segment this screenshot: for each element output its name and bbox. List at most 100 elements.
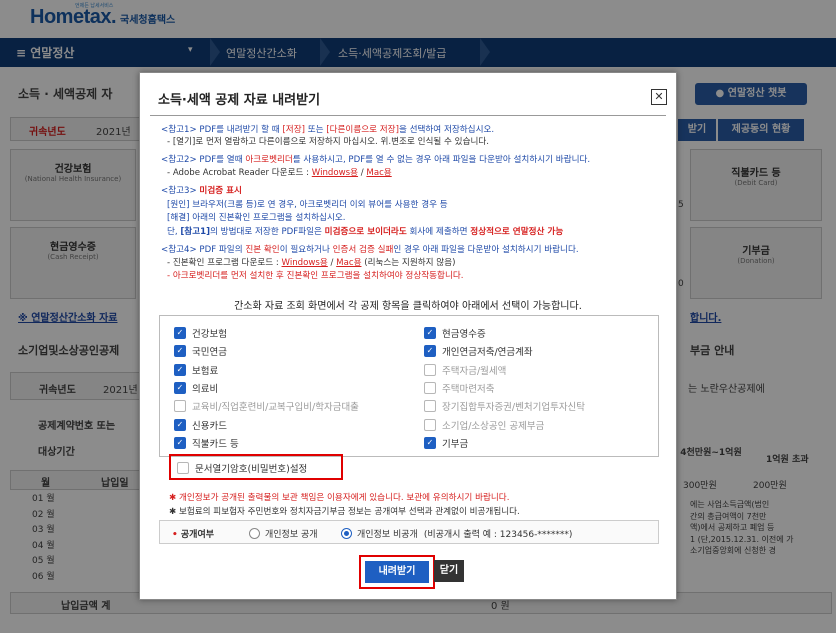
close-button[interactable]: 닫기 [434,560,464,582]
note-1-tail: 을 선택하여 저장하십시오. [398,125,495,135]
checkmark-icon: ✓ [174,327,186,339]
acrobat-mac-link[interactable]: Mac용 [366,168,391,178]
note-4-line2: - 진본확인 프로그램 다운로드 : Windows용 / Mac용 (리눅스는… [167,258,455,269]
radio-public[interactable]: 개인정보 공개 [249,527,318,540]
radio-private-label: 개인정보 비공개 [357,530,418,540]
deduction-checkbox[interactable]: ✓ 신용카드 [174,418,227,432]
deduction-checkbox[interactable]: ✓ 현금영수증 [424,326,486,340]
deduction-checkbox: 교육비/직업훈련비/교복구입비/학자금대출 [174,399,359,413]
deduction-checkbox-label: 의료비 [192,383,219,395]
note-4-cert-fail: 인증서 검증 실패 [332,245,394,255]
radio-private[interactable]: 개인정보 비공개 (비공개시 출력 예 : 123456-*******) [341,527,572,540]
deduction-checkbox-label: 국민연금 [192,347,227,359]
disclosure-label: • 공개여부 [172,530,215,540]
deduction-checkbox: 장기집합투자증권/벤처기업투자신탁 [424,399,585,413]
deduction-checkbox[interactable]: ✓ 개인연금저축/연금계좌 [424,344,533,358]
password-option-box: 문서열기암호(비밀번호)설정 [169,454,343,480]
deduction-checkbox: 주택자금/월세액 [424,363,506,377]
password-checkbox[interactable]: 문서열기암호(비밀번호)설정 [177,461,307,475]
note-3-solution: [해결] 아래의 진본확인 프로그램을 설치하십시오. [167,213,346,223]
checkbox-unchecked-icon [424,400,436,413]
download-button[interactable]: 내려받기 [365,561,429,583]
note-4-download-label: - 진본확인 프로그램 다운로드 : [167,258,282,268]
deduction-checkbox-panel: ✓ 건강보험 ✓ 국민연금 ✓ 보험료 ✓ 의료비교육비/직업훈련비/교복구입비/학자금대출 ✓… [159,315,659,457]
deduction-checkbox[interactable]: ✓ 보험료 [174,363,218,377]
note-3-text: <참고3> [161,186,200,196]
checkbox-unchecked-icon [174,400,186,413]
note-3-l4e: 회사에 제출하면 [406,227,471,237]
verify-mac-link[interactable]: Mac용 [336,258,361,268]
checkmark-icon: ✓ [424,345,436,358]
deduction-checkbox-label: 장기집합투자증권/벤처기업투자신탁 [442,402,586,414]
warning-1-text: 개인정보가 공개된 출력물의 보관 책임은 이용자에게 있습니다. 보관에 유의… [178,493,510,503]
note-3-cause: [원인] 브라우저(크롬 등)로 연 경우, 아크로벳리더 이외 뷰어를 사용한… [167,200,448,210]
acrobat-windows-link[interactable]: Windows용 [312,168,358,178]
note-2-acrobat: 아크로벳리더 [245,155,293,165]
verify-windows-link[interactable]: Windows용 [282,258,328,268]
download-button-highlight: 내려받기 [359,555,435,589]
warning-2-text: 보험료의 피보험자 주민번호와 정치자금기부금 정보는 공개여부 선택과 관계없… [178,507,520,517]
disclosure-label-text: 공개여부 [180,530,215,540]
deduction-checkbox[interactable]: ✓ 국민연금 [174,344,227,358]
note-1-text: <참고1> PDF를 내려받기 할 때 [161,125,283,135]
checkbox-unchecked-icon [424,363,436,376]
download-modal: 소득·세액 공제 자료 내려받기 ✕ <참고1> PDF를 내려받기 할 때 [… [139,72,677,600]
deduction-checkbox-label: 보험료 [192,365,219,377]
checkbox-unchecked-icon [177,462,189,474]
note-2-text: <참고2> PDF를 열때 [161,155,246,165]
deduction-checkbox-label: 개인연금저축/연금계좌 [442,347,533,359]
modal-divider [150,115,666,116]
modal-title: 소득·세액 공제 자료 내려받기 [158,93,321,108]
radio-private-hint: (비공개시 출력 예 : 123456-*******) [423,530,573,540]
note-4-authentic: 진본 확인 [245,245,280,255]
deduction-checkbox[interactable]: ✓ 의료비 [174,381,218,395]
note-3-l4b: [참고1] [180,227,211,237]
checkmark-icon: ✓ [424,436,436,449]
note-2: <참고2> PDF를 열때 아크로벳리더를 사용하시고, PDF를 열 수 없는… [161,155,590,166]
note-1: <참고1> PDF를 내려받기 할 때 [저장] 또는 [다른이름으로 저장]을… [161,125,494,136]
note-4-linux: (리눅스는 지원하지 않음) [361,258,456,268]
deduction-checkbox-label: 교육비/직업훈련비/교복구입비/학자금대출 [192,402,359,414]
note-3-l4f: 정상적으로 연말정산 가능 [470,227,564,237]
warning-2: ✱ 보험료의 피보험자 주민번호와 정치자금기부금 정보는 공개여부 선택과 관… [169,505,520,517]
deduction-checkbox-label: 직불카드 등 [192,438,239,450]
deduction-checkbox: 주택마련저축 [424,381,494,395]
deduction-checkbox-label: 현금영수증 [442,329,486,340]
note-1-line2: - [열기]로 먼저 열람하고 다른이름으로 저장하지 마십시오. 위.변조로 … [167,137,490,147]
note-4-c: 이 필요하거나 [279,245,333,255]
checkmark-icon: ✓ [174,418,186,431]
checkmark-icon: ✓ [174,381,186,394]
note-2-line2: - Adobe Acrobat Reader 다운로드 : Windows용 /… [167,168,392,179]
deduction-checkbox-label: 건강보험 [192,329,227,340]
deduction-checkbox[interactable]: ✓ 기부금 [424,436,468,450]
deduction-checkbox-label: 기부금 [442,438,469,450]
deduction-checkbox[interactable]: ✓ 직불카드 등 [174,436,239,450]
deduction-checkbox-label: 주택마련저축 [442,383,495,395]
note-3-line4: 단, [참고1]의 방법대로 저장한 PDF파일은 미검증으로 보이더라도 회사… [167,227,563,238]
checkmark-icon: ✓ [174,363,186,376]
asterisk-icon: ✱ [169,507,179,517]
checkbox-unchecked-icon [424,381,436,394]
note-2-tail: 를 사용하시고, PDF를 열 수 없는 경우 아래 파일을 다운받아 설치하시… [292,155,591,165]
checkmark-icon: ✓ [424,327,436,339]
selection-guide: 간소화 자료 조회 화면에서 각 공제 항목을 클릭하여야 아래에서 선택이 가… [234,301,582,312]
radio-public-label: 개인정보 공개 [265,530,318,540]
checkmark-icon: ✓ [174,436,186,449]
note-3: <참고3> 미검증 표시 [161,186,242,197]
note-4-tail: 인 경우 아래 파일을 다운받아 설치하시기 바랍니다. [393,245,579,255]
note-4: <참고4> PDF 파일의 진본 확인이 필요하거나 인증서 검증 실패인 경우… [161,245,579,256]
note-4-text: <참고4> PDF 파일의 [161,245,246,255]
radio-on-icon [341,528,352,539]
asterisk-icon: ✱ [169,493,179,503]
close-icon[interactable]: ✕ [651,89,667,105]
checkmark-icon: ✓ [174,345,186,358]
note-1-save: [저장] [282,125,305,135]
password-option-label: 문서열기암호(비밀번호)설정 [195,464,308,475]
radio-off-icon [249,528,260,539]
note-4-slash: / [327,258,337,268]
deduction-checkbox: 소기업/소상공인 공제부금 [424,418,544,432]
warning-1: ✱ 개인정보가 공개된 출력물의 보관 책임은 이용자에게 있습니다. 보관에 … [169,491,509,503]
deduction-checkbox[interactable]: ✓ 건강보험 [174,326,227,340]
note-2-download-label: - Adobe Acrobat Reader 다운로드 : [167,168,312,178]
note-3-l4d: 미검증으로 보이더라도 [324,227,407,237]
